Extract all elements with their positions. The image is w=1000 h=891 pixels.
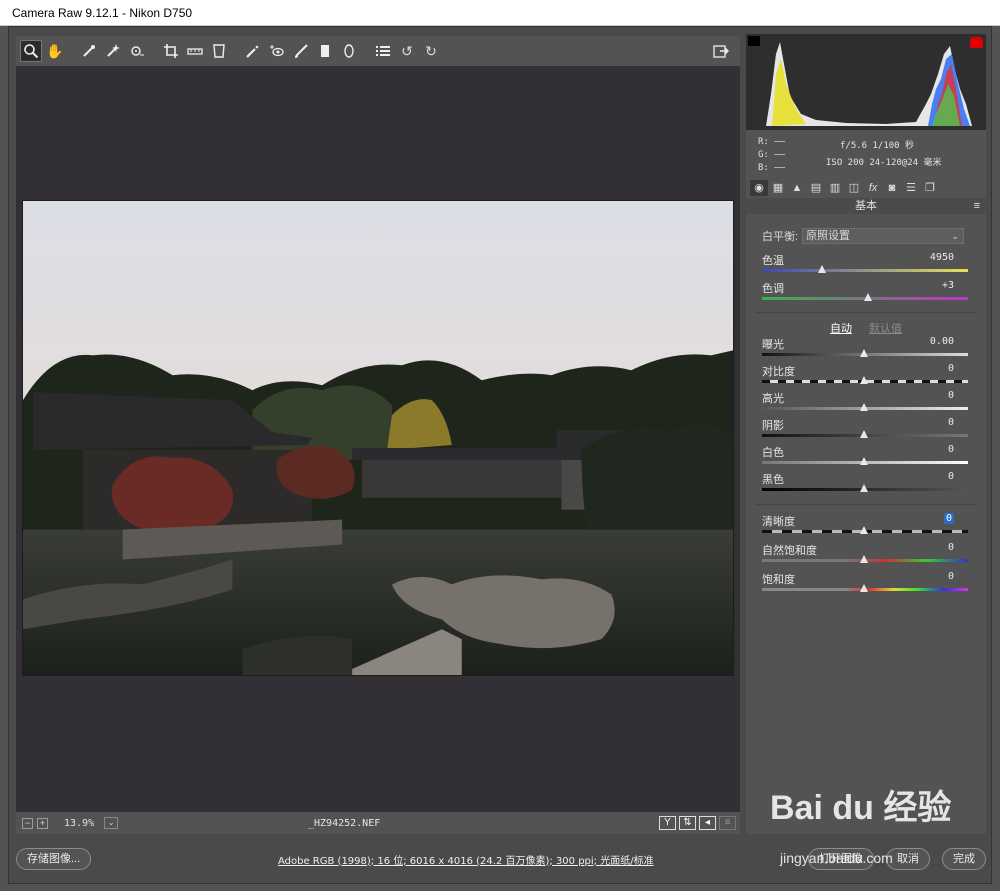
transform-icon[interactable] bbox=[208, 40, 230, 62]
temperature-slider[interactable]: 色温 4950 bbox=[762, 252, 968, 278]
exif-iso-lens: ISO 200 24-120@24 毫米 bbox=[826, 158, 942, 168]
white-balance-select[interactable]: 原照设置 ⌄ bbox=[802, 228, 965, 244]
filename: _HZ94252.NEF bbox=[308, 817, 381, 829]
auto-button[interactable]: 自动 bbox=[830, 323, 852, 335]
workflow-options-link[interactable]: Adobe RGB (1998); 16 位; 6016 x 4016 (24.… bbox=[278, 852, 654, 867]
image-preview-area[interactable] bbox=[16, 66, 740, 812]
panel-header: 基本 ≡ bbox=[746, 198, 986, 214]
tint-slider[interactable]: 色调 +3 bbox=[762, 280, 968, 306]
r-readout: R: —— bbox=[758, 137, 786, 147]
radial-filter-icon[interactable] bbox=[338, 40, 360, 62]
presets-tab-icon[interactable]: ☰ bbox=[902, 180, 920, 196]
tone-curve-tab-icon[interactable]: ▦ bbox=[769, 180, 787, 196]
shadows-slider[interactable]: 阴影 0 bbox=[762, 417, 968, 443]
photo-preview[interactable] bbox=[22, 200, 734, 676]
exposure-slider[interactable]: 曝光 0.00 bbox=[762, 336, 968, 362]
window-title: Camera Raw 9.12.1 - Nikon D750 bbox=[0, 0, 1000, 26]
panel-title: 基本 bbox=[855, 200, 877, 212]
color-sampler-icon[interactable] bbox=[102, 40, 124, 62]
toolbar: ✋ ↺ ↻ bbox=[16, 36, 740, 66]
spot-removal-icon[interactable] bbox=[242, 40, 264, 62]
highlights-slider[interactable]: 高光 0 bbox=[762, 390, 968, 416]
white-balance-label: 白平衡: bbox=[762, 231, 799, 243]
preferences-icon[interactable] bbox=[372, 40, 394, 62]
snapshots-tab-icon[interactable]: ❐ bbox=[921, 180, 939, 196]
preview-settings-button[interactable]: ≡ bbox=[719, 816, 736, 830]
panel-tabs: ◉ ▦ ▲ ▤ ▥ ◫ fx ◙ ☰ ❐ bbox=[746, 178, 986, 198]
swap-settings-button[interactable]: ⇅ bbox=[679, 816, 696, 830]
b-readout: B: —— bbox=[758, 163, 786, 173]
exif-aperture-shutter: f/5.6 1/100 秒 bbox=[840, 141, 915, 151]
red-eye-icon[interactable] bbox=[266, 40, 288, 62]
panel-menu-icon[interactable]: ≡ bbox=[974, 198, 980, 214]
baidu-watermark: Bai du 经验 jingyan.baidu.com bbox=[770, 789, 952, 866]
split-toning-tab-icon[interactable]: ▥ bbox=[826, 180, 844, 196]
blacks-slider[interactable]: 黑色 0 bbox=[762, 471, 968, 497]
lens-tab-icon[interactable]: ◫ bbox=[845, 180, 863, 196]
rgb-exif-info: R: —— G: —— B: —— f/5.6 1/100 秒 ISO 200 … bbox=[746, 130, 986, 178]
zoom-out-button[interactable]: − bbox=[22, 817, 33, 829]
graduated-filter-icon[interactable] bbox=[314, 40, 336, 62]
basic-tab-icon[interactable]: ◉ bbox=[750, 180, 768, 196]
straighten-icon[interactable] bbox=[184, 40, 206, 62]
target-adjust-icon[interactable] bbox=[126, 40, 148, 62]
camera-calibration-tab-icon[interactable]: ◙ bbox=[883, 180, 901, 196]
hsl-tab-icon[interactable]: ▤ bbox=[807, 180, 825, 196]
zoom-in-button[interactable]: + bbox=[37, 817, 48, 829]
zoom-level: 13.9% bbox=[64, 817, 95, 829]
rotate-cw-icon[interactable]: ↻ bbox=[420, 40, 442, 62]
fx-tab-icon[interactable]: fx bbox=[864, 180, 882, 196]
zoom-icon[interactable] bbox=[20, 40, 42, 62]
adjustment-brush-icon[interactable] bbox=[290, 40, 312, 62]
hand-icon[interactable]: ✋ bbox=[44, 40, 66, 62]
contrast-slider[interactable]: 对比度 0 bbox=[762, 363, 968, 389]
whites-slider[interactable]: 白色 0 bbox=[762, 444, 968, 470]
crop-icon[interactable] bbox=[160, 40, 182, 62]
basic-panel: 白平衡: 原照设置 ⌄ 色温 4950 色调 +3 自动 默认值 曝光 0.00… bbox=[746, 214, 986, 834]
rotate-ccw-icon[interactable]: ↺ bbox=[396, 40, 418, 62]
histogram bbox=[746, 34, 986, 130]
copy-settings-button[interactable]: ◂ bbox=[699, 816, 716, 830]
fullscreen-icon[interactable] bbox=[710, 40, 732, 62]
before-after-toggle-button[interactable]: Y bbox=[659, 816, 676, 830]
chevron-down-icon: ⌄ bbox=[951, 231, 960, 241]
save-image-button[interactable]: 存储图像... bbox=[16, 848, 92, 870]
saturation-slider[interactable]: 饱和度 0 bbox=[762, 571, 968, 597]
preview-status-bar: − + 13.9% ⌄ _HZ94252.NEF Y ⇅ ◂ ≡ bbox=[16, 812, 740, 834]
detail-tab-icon[interactable]: ▲ bbox=[788, 180, 806, 196]
zoom-dropdown[interactable]: ⌄ bbox=[104, 817, 119, 829]
highlight-clipping-icon[interactable] bbox=[970, 37, 983, 48]
vibrance-slider[interactable]: 自然饱和度 0 bbox=[762, 542, 968, 568]
default-button[interactable]: 默认值 bbox=[869, 323, 902, 335]
clarity-slider[interactable]: 清晰度 0 bbox=[762, 513, 968, 539]
shadow-clipping-icon[interactable] bbox=[748, 36, 760, 46]
white-balance-icon[interactable] bbox=[78, 40, 100, 62]
g-readout: G: —— bbox=[758, 150, 786, 160]
